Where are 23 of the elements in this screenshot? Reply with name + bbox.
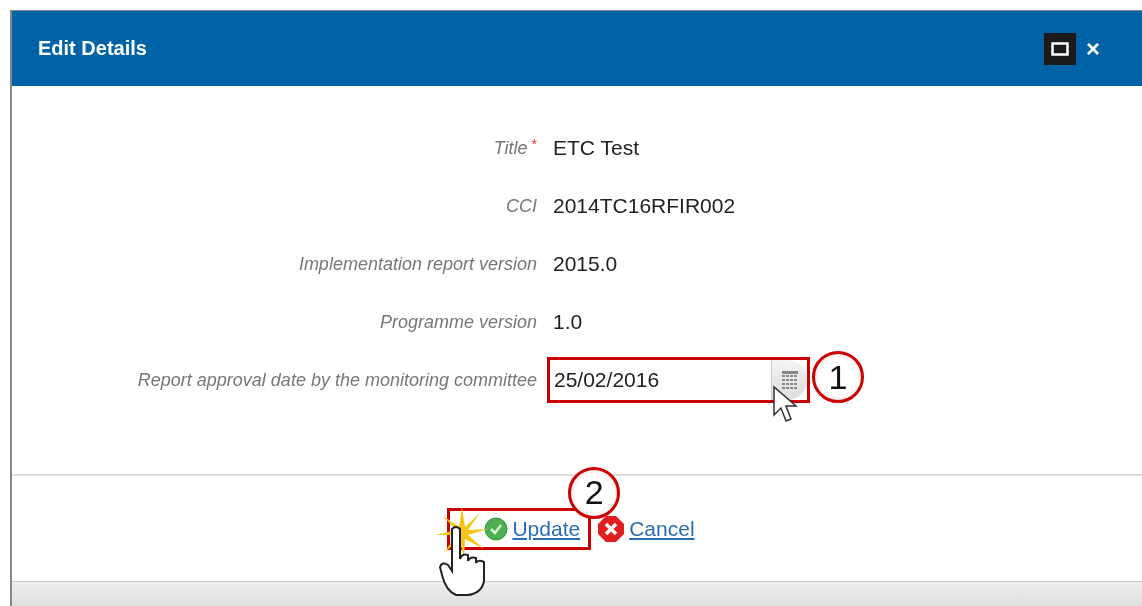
cancel-icon: [597, 514, 626, 543]
field-value: 1.0: [553, 309, 584, 335]
date-field[interactable]: 25/02/2016: [547, 357, 810, 403]
dialog-title: Edit Details: [38, 37, 148, 60]
callout-number: 2: [568, 466, 621, 519]
maximize-icon: [1051, 41, 1069, 56]
calendar-icon: [779, 370, 800, 390]
close-button[interactable]: ×: [1086, 36, 1100, 61]
field-value: ETC Test: [553, 135, 640, 161]
callout-number: 1: [812, 351, 864, 403]
field-value: 2014TC16RFIR002: [553, 193, 737, 219]
maximize-button[interactable]: [1044, 32, 1076, 65]
mouse-pointer-icon: [772, 385, 800, 425]
field-label: Title: [493, 137, 528, 160]
field-label: Report approval date by the monitoring committee: [137, 369, 537, 392]
calendar-button[interactable]: [771, 360, 807, 400]
field-value: 2015.0: [553, 251, 619, 277]
field-label: Programme version: [379, 311, 537, 334]
field-label: Implementation report version: [298, 253, 537, 276]
required-mark: *: [531, 135, 537, 154]
cancel-link[interactable]: Cancel: [629, 516, 695, 541]
check-icon: [484, 516, 509, 541]
field-label: CCI: [506, 195, 537, 218]
